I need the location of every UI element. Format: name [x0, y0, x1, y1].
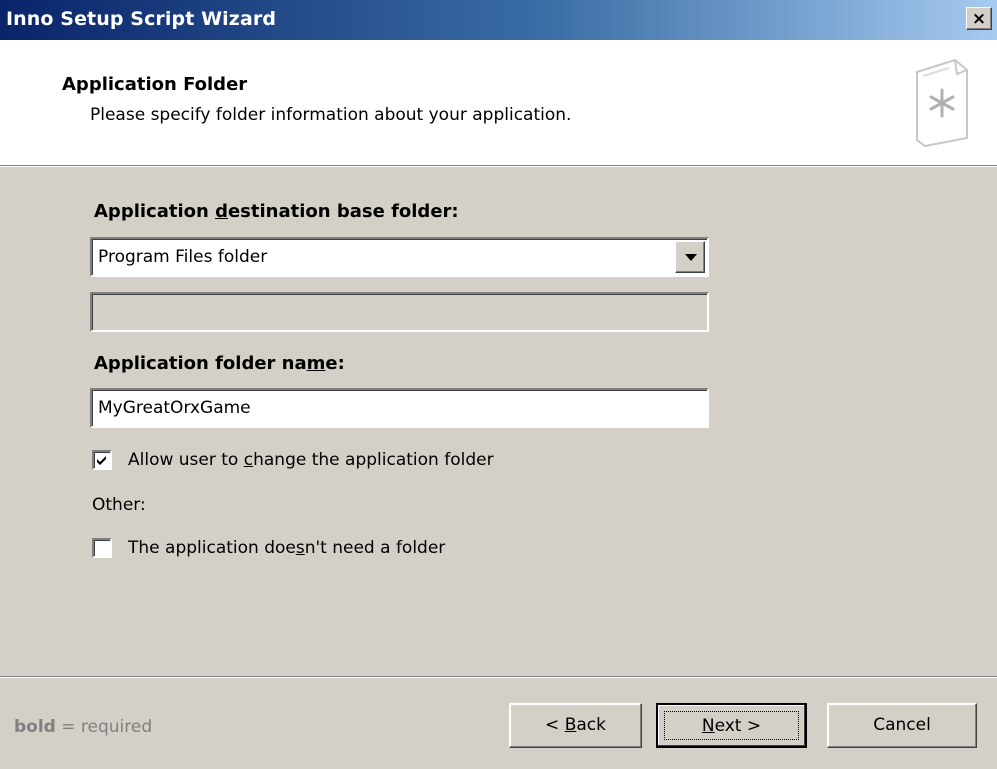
folder-name-input[interactable] [90, 388, 709, 428]
page-subtitle: Please specify folder information about … [90, 105, 572, 125]
destination-folder-label: Application destination base folder: [94, 201, 459, 222]
footer-divider-highlight [0, 677, 997, 678]
label-part: Application [94, 201, 216, 222]
label-accelerator: d [215, 201, 228, 222]
wizard-page-icon [916, 58, 968, 148]
destination-folder-select[interactable]: Program Files folder [90, 237, 709, 277]
label-part: The application doe [128, 538, 296, 558]
no-folder-checkbox[interactable] [92, 538, 112, 558]
button-label-part: < [545, 715, 565, 735]
label-part: e: [325, 353, 345, 374]
label-part: estination base folder: [227, 201, 459, 222]
close-button[interactable]: × [966, 7, 992, 30]
label-accelerator: s [295, 538, 305, 558]
close-icon: × [971, 9, 987, 29]
button-accelerator: N [701, 716, 715, 736]
page-title: Application Folder [62, 74, 248, 95]
custom-folder-input [90, 292, 709, 332]
label-part: Allow user to [128, 450, 244, 470]
wizard-window: Inno Setup Script Wizard × Application F… [0, 0, 997, 769]
next-button[interactable]: Next > [656, 703, 807, 748]
required-note: bold = required [14, 717, 152, 737]
button-label: Cancel [873, 715, 931, 735]
focus-rect: Next > [664, 711, 799, 740]
button-label-part: ack [576, 715, 606, 735]
required-note-text: = required [55, 717, 153, 737]
required-note-bold: bold [14, 717, 56, 737]
allow-change-checkbox[interactable] [92, 450, 112, 470]
back-button[interactable]: < Back [509, 703, 642, 748]
button-label-part: ext > [714, 716, 762, 736]
window-title: Inno Setup Script Wizard [6, 8, 277, 30]
folder-name-label: Application folder name: [94, 353, 345, 374]
label-part: n't need a folder [304, 538, 446, 558]
destination-folder-value: Program Files folder [98, 247, 268, 267]
label-part: hange the application folder [253, 450, 494, 470]
button-accelerator: B [564, 715, 577, 735]
page-header: Application Folder Please specify folder… [0, 40, 997, 167]
label-accelerator: c [243, 450, 254, 470]
no-folder-label[interactable]: The application doesn't need a folder [128, 538, 445, 558]
label-accelerator: m [306, 353, 326, 374]
label-part: Application folder na [94, 353, 307, 374]
title-bar[interactable]: Inno Setup Script Wizard × [0, 0, 997, 40]
other-label: Other: [92, 495, 146, 515]
checkmark-icon [97, 456, 106, 465]
allow-change-label[interactable]: Allow user to change the application fol… [128, 450, 494, 470]
cancel-button[interactable]: Cancel [827, 703, 977, 748]
dropdown-arrow-icon[interactable] [675, 241, 705, 273]
